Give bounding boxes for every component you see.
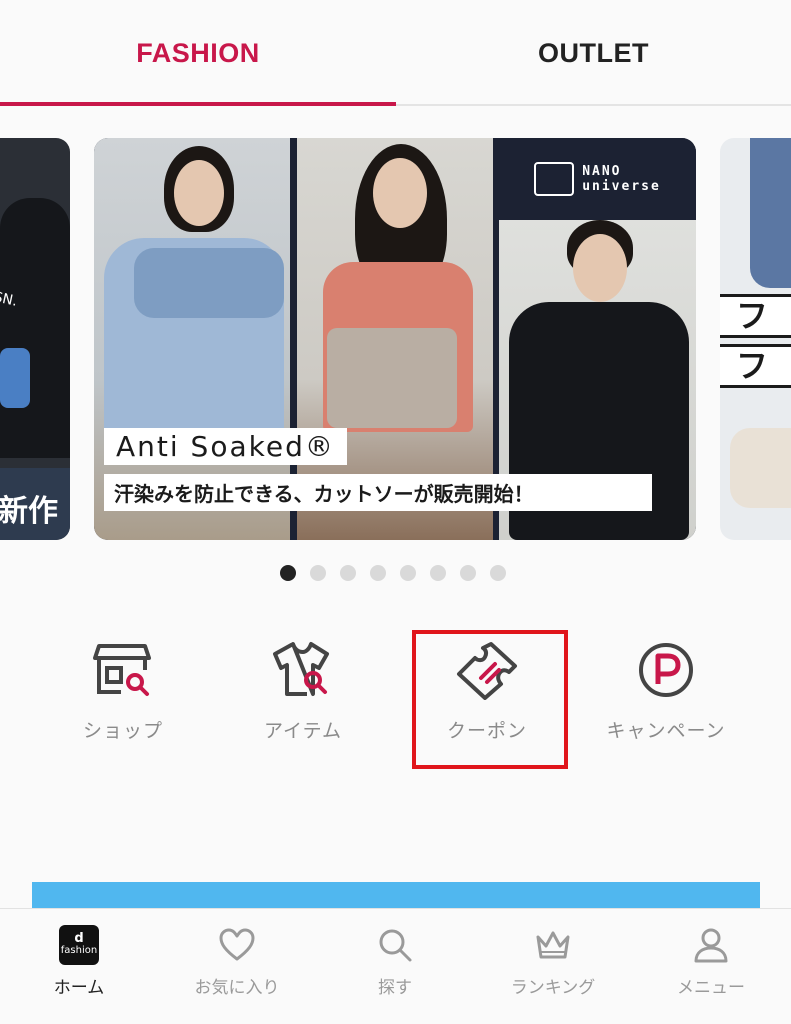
user-icon xyxy=(694,928,728,963)
pagination-dot[interactable] xyxy=(490,565,506,581)
tab-outlet[interactable]: OUTLET xyxy=(396,0,791,106)
model-figure xyxy=(0,198,70,458)
next-banner-text-1: ファ xyxy=(720,294,791,338)
next-banner-text-2: ファ xyxy=(720,344,791,388)
model-face xyxy=(174,160,224,226)
pagination-dot[interactable] xyxy=(460,565,476,581)
brand-name: NANO universe xyxy=(582,164,661,194)
pagination-dot[interactable] xyxy=(430,565,446,581)
nav-label: ランキング xyxy=(510,978,596,998)
nav-ranking[interactable]: ランキング xyxy=(474,909,632,1024)
sandal-product xyxy=(730,428,791,508)
heart-icon xyxy=(219,928,255,961)
nav-home[interactable]: d fashion ホーム xyxy=(0,909,158,1024)
nav-label: 探す xyxy=(378,978,412,998)
nav-label: メニュー xyxy=(677,978,745,998)
model-denim-wrap xyxy=(134,248,284,318)
pagination-dot[interactable] xyxy=(340,565,356,581)
crown-icon xyxy=(536,931,570,959)
banner-caption-new: 新作 xyxy=(0,494,58,529)
model-figure-accent xyxy=(0,348,30,408)
quick-menu-label: アイテム xyxy=(263,720,343,742)
pagination-dot[interactable] xyxy=(310,565,326,581)
banner-headline: Anti Soaked® xyxy=(104,428,347,465)
pagination-dot[interactable] xyxy=(400,565,416,581)
carousel-pagination xyxy=(280,565,506,581)
top-tab-bar: FASHION OUTLET xyxy=(0,0,791,106)
shirt-search-icon xyxy=(273,642,329,696)
point-p-icon xyxy=(639,643,693,697)
model-figure xyxy=(750,138,791,288)
quick-menu-label: キャンペーン xyxy=(606,720,726,742)
quick-menu-label: ショップ xyxy=(82,720,163,742)
shop-search-icon xyxy=(93,644,151,696)
quick-menu-item[interactable]: アイテム xyxy=(238,640,368,760)
tab-fashion[interactable]: FASHION xyxy=(0,0,396,106)
nano-universe-logo-icon xyxy=(534,162,575,196)
brand-header: NANO universe xyxy=(499,138,696,220)
carousel-card-previous[interactable]: O ASSN. 新作 xyxy=(0,138,70,540)
model-knit-overlay xyxy=(327,328,457,428)
pagination-dot[interactable] xyxy=(370,565,386,581)
nav-favorites[interactable]: お気に入り xyxy=(158,909,316,1024)
nav-label: ホーム xyxy=(53,978,105,998)
nav-menu[interactable]: メニュー xyxy=(632,909,790,1024)
banner-subline: 汗染みを防止できる、カットソーが販売開始！ xyxy=(104,474,652,511)
carousel-card-next[interactable] xyxy=(720,138,791,540)
quick-menu-shop[interactable]: ショップ xyxy=(58,640,188,760)
bottom-navigation: d fashion ホーム お気に入り 探す ランキング メニュー xyxy=(0,908,791,1024)
nav-label: お気に入り xyxy=(194,978,280,998)
model-face xyxy=(373,158,427,228)
pagination-dot-active[interactable] xyxy=(280,565,296,581)
coupon-highlight-box xyxy=(412,630,568,769)
nav-search[interactable]: 探す xyxy=(316,909,474,1024)
active-tab-indicator xyxy=(0,102,396,106)
search-icon xyxy=(379,929,412,962)
d-fashion-app-icon: d fashion xyxy=(59,925,99,965)
model-face xyxy=(573,234,627,302)
quick-menu-campaign[interactable]: キャンペーン xyxy=(600,640,732,760)
